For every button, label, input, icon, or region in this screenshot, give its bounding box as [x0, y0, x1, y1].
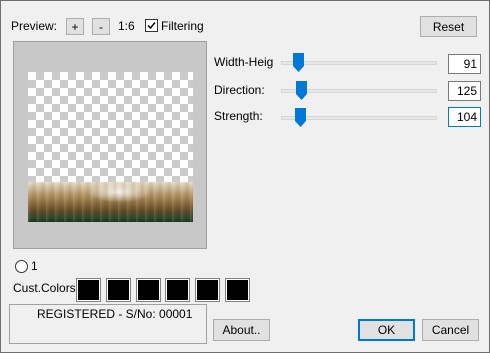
- motion-blur-streaks: [28, 182, 193, 222]
- custom-color-swatch[interactable]: [76, 278, 101, 302]
- preset-radio-label: 1: [31, 259, 38, 273]
- direction-value-field[interactable]: 125: [448, 81, 481, 101]
- custom-color-swatch[interactable]: [136, 278, 161, 302]
- custom-color-swatch[interactable]: [225, 278, 250, 302]
- zoom-in-button[interactable]: +: [66, 18, 84, 35]
- direction-slider-thumb[interactable]: [296, 81, 307, 100]
- custom-color-swatch[interactable]: [195, 278, 220, 302]
- checkmark-icon: [147, 22, 156, 30]
- custom-colors-label: Cust.Colors:: [13, 281, 80, 295]
- filtering-checkbox[interactable]: [145, 19, 158, 32]
- direction-label: Direction:: [214, 83, 265, 97]
- custom-color-swatch[interactable]: [165, 278, 190, 302]
- strength-label: Strength:: [214, 109, 263, 123]
- filtering-label: Filtering: [161, 19, 204, 33]
- strength-slider-thumb[interactable]: [294, 108, 306, 127]
- zoom-ratio: 1:6: [118, 19, 135, 33]
- width-height-track[interactable]: [281, 61, 437, 65]
- zoom-out-label: -: [99, 19, 103, 34]
- preview-panel[interactable]: [13, 41, 207, 249]
- zoom-in-label: +: [71, 19, 79, 34]
- preview-label: Preview:: [11, 19, 58, 33]
- preset-radio[interactable]: [15, 260, 28, 273]
- reset-label: Reset: [432, 19, 465, 34]
- custom-color-swatch[interactable]: [106, 278, 131, 302]
- registration-text: REGISTERED - S/No: 00001: [37, 307, 193, 321]
- zoom-out-button[interactable]: -: [92, 18, 110, 35]
- ok-button[interactable]: OK: [358, 319, 415, 341]
- reset-button[interactable]: Reset: [420, 16, 477, 37]
- registration-panel: REGISTERED - S/No: 00001: [9, 304, 207, 344]
- ok-label: OK: [377, 323, 396, 337]
- cancel-button[interactable]: Cancel: [422, 319, 479, 341]
- strength-value-field[interactable]: 104: [448, 107, 481, 127]
- about-label: About..: [222, 323, 261, 337]
- filter-dialog: Preview: + - 1:6 Filtering Reset Width-H…: [0, 0, 490, 353]
- width-height-label: Width-Heig: [214, 55, 274, 69]
- width-height-slider-thumb[interactable]: [293, 53, 304, 72]
- cancel-label: Cancel: [431, 323, 470, 337]
- width-height-value-field[interactable]: 91: [448, 54, 481, 74]
- about-button[interactable]: About..: [213, 319, 270, 341]
